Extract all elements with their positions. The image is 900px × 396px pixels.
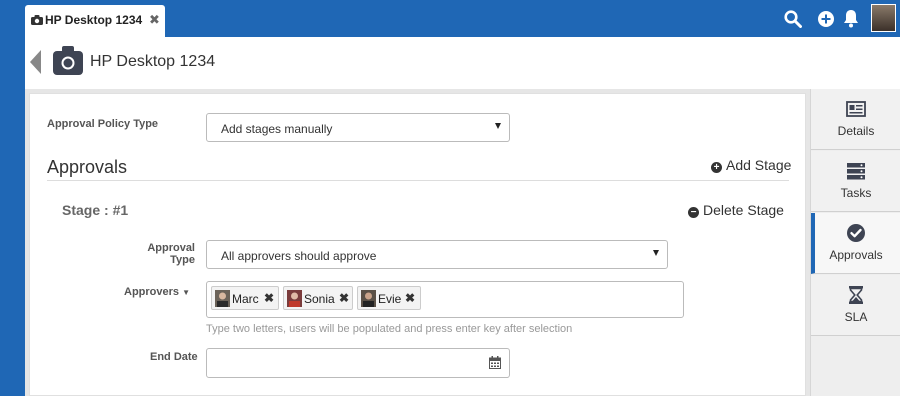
sidebar-item-label: Details	[837, 124, 875, 138]
user-avatar[interactable]	[871, 4, 896, 32]
newspaper-icon	[846, 101, 866, 117]
add-stage-button[interactable]: + Add Stage	[711, 157, 791, 173]
sidebar-item-label: Approvals	[829, 248, 883, 262]
top-bar: HP Desktop 1234 ✖	[0, 0, 900, 37]
approvers-label[interactable]: Approvers ▼	[124, 286, 190, 298]
plus-circle-icon[interactable]	[818, 11, 834, 27]
sidebar-item-tasks[interactable]: Tasks	[811, 151, 900, 212]
end-date-input[interactable]	[206, 348, 510, 378]
camera-icon	[53, 46, 83, 75]
back-arrow-icon[interactable]	[30, 50, 41, 74]
approver-name: Sonia	[304, 292, 335, 306]
end-date-label: End Date	[150, 351, 198, 363]
policy-type-select[interactable]: Add stages manually	[206, 113, 510, 142]
minus-circle-icon: −	[688, 207, 699, 218]
approver-name: Evie	[378, 292, 402, 306]
page-header: HP Desktop 1234	[25, 37, 900, 89]
approvers-input[interactable]: Marc ✖ Sonia ✖ Evie ✖	[206, 281, 684, 318]
approver-chip: Evie ✖	[357, 286, 421, 310]
add-stage-label: Add Stage	[726, 157, 792, 173]
search-icon[interactable]	[784, 10, 802, 28]
approver-chip: Marc ✖	[211, 286, 279, 310]
approval-type-label: Approval Type	[147, 242, 195, 266]
tab-asset[interactable]: HP Desktop 1234 ✖	[25, 5, 165, 37]
page-title: HP Desktop 1234	[90, 53, 216, 70]
remove-icon[interactable]: ✖	[339, 291, 349, 305]
check-circle-icon	[847, 224, 865, 242]
sidebar-item-label: Tasks	[840, 186, 872, 200]
stage-title: Stage : #1	[62, 202, 129, 218]
approver-name: Marc	[232, 292, 259, 306]
divider	[47, 180, 789, 181]
sidebar-item-approvals[interactable]: Approvals	[811, 213, 900, 274]
delete-stage-button[interactable]: − Delete Stage	[688, 202, 784, 218]
hourglass-icon	[849, 286, 863, 304]
policy-type-label: Approval Policy Type	[47, 118, 159, 130]
calendar-icon[interactable]	[489, 356, 501, 369]
delete-stage-label: Delete Stage	[703, 202, 784, 218]
caret-down-icon: ▼	[182, 288, 191, 297]
plus-circle-icon: +	[711, 162, 722, 173]
bell-icon[interactable]	[843, 9, 859, 28]
approvals-panel: Approval Policy Type Add stages manually…	[29, 93, 806, 396]
avatar	[215, 290, 230, 307]
tab-title: HP Desktop 1234	[45, 13, 143, 27]
approver-chip: Sonia ✖	[283, 286, 353, 310]
approvals-heading: Approvals	[47, 157, 128, 177]
approvers-hint: Type two letters, users will be populate…	[206, 323, 573, 335]
remove-icon[interactable]: ✖	[405, 291, 415, 305]
avatar	[361, 290, 376, 307]
sidebar-item-sla[interactable]: SLA	[811, 275, 900, 336]
sidebar-item-label: SLA	[844, 310, 868, 324]
server-icon	[847, 163, 865, 180]
remove-icon[interactable]: ✖	[264, 291, 274, 305]
chevron-down-icon	[653, 250, 659, 256]
right-sidebar: Details Tasks Approvals SLA	[810, 89, 900, 396]
avatar	[287, 290, 302, 307]
approval-type-select[interactable]: All approvers should approve	[206, 240, 668, 269]
approvers-label-text: Approvers	[124, 286, 180, 298]
sidebar-item-details[interactable]: Details	[811, 89, 900, 150]
main-area: HP Desktop 1234 Approval Policy Type Add…	[25, 37, 900, 396]
chevron-down-icon	[495, 123, 501, 129]
camera-icon	[31, 15, 43, 25]
approval-type-value: All approvers should approve	[221, 249, 377, 263]
policy-type-value: Add stages manually	[221, 122, 333, 136]
tab-close-icon[interactable]: ✖	[149, 12, 160, 28]
content-wrap: Approval Policy Type Add stages manually…	[25, 89, 810, 396]
